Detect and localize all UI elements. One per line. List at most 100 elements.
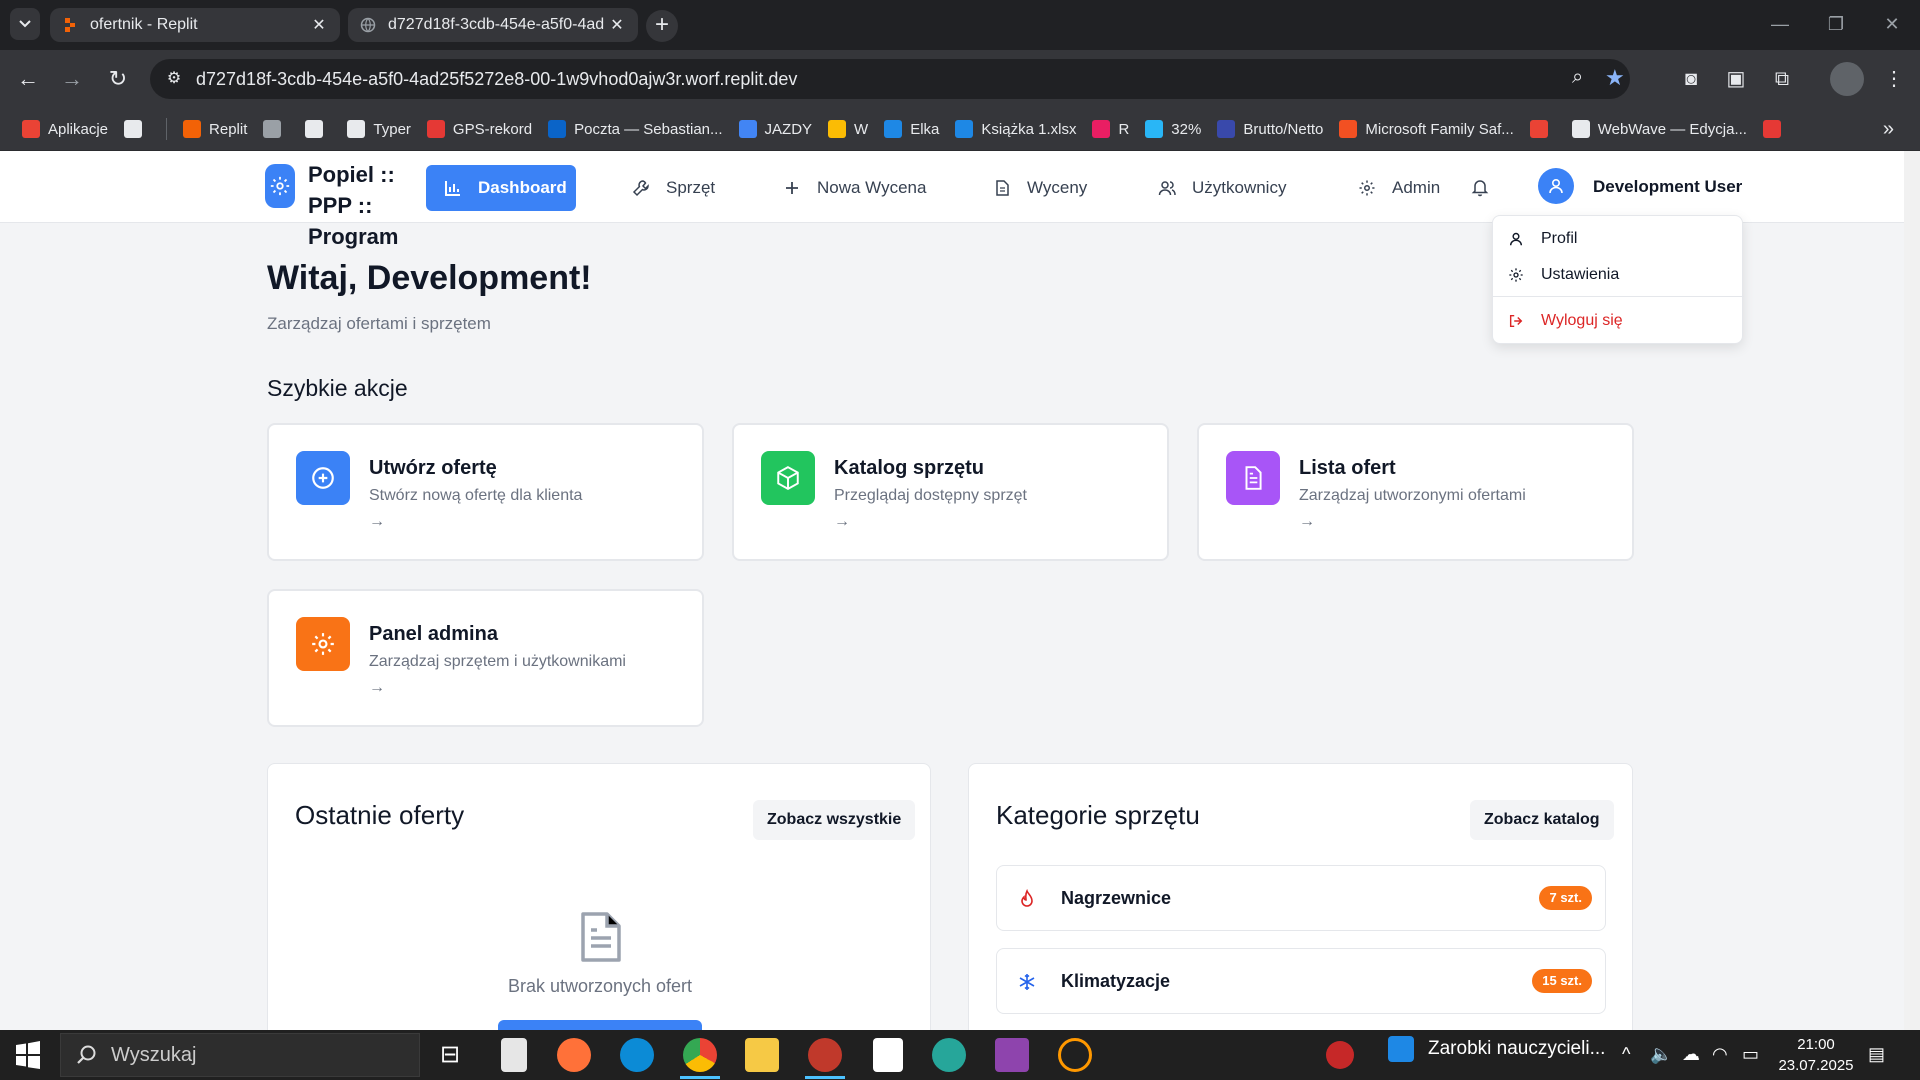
bookmark-item[interactable]: Replit — [183, 120, 247, 138]
tray-app-icon[interactable] — [1326, 1041, 1354, 1069]
user-avatar[interactable] — [1538, 168, 1574, 204]
restore-icon[interactable]: ❐ — [1808, 0, 1864, 50]
menu-item-profil[interactable]: Profil — [1493, 222, 1744, 256]
extensions-icon[interactable]: ⧉ — [1768, 65, 1796, 93]
new-tab-button[interactable]: + — [646, 10, 678, 42]
notepad-icon[interactable] — [501, 1038, 527, 1072]
more-bookmarks-icon[interactable]: » — [1883, 118, 1894, 141]
browser-tab-2[interactable]: d727d18f-3cdb-454e-a5f0-4ad ✕ — [348, 8, 638, 42]
menu-item-ustawienia[interactable]: Ustawienia — [1493, 258, 1744, 292]
user-menu-trigger[interactable]: Development User — [1593, 177, 1742, 197]
quick-action-admin-panel[interactable]: Panel admina Zarządzaj sprzętem i użytko… — [267, 589, 704, 727]
nav-wyceny[interactable]: Wyceny — [975, 165, 1105, 211]
nav-label: Dashboard — [478, 178, 567, 197]
quick-action-create-offer[interactable]: Utwórz ofertę Stwórz nową ofertę dla kli… — [267, 423, 704, 561]
epic-games-icon[interactable] — [873, 1038, 903, 1072]
file-icon — [993, 179, 1011, 197]
firefox-icon[interactable] — [557, 1038, 591, 1072]
app-icon[interactable] — [932, 1038, 966, 1072]
bell-icon[interactable] — [1470, 177, 1490, 197]
nav-nowa-wycena[interactable]: Nowa Wycena — [765, 165, 944, 211]
onedrive-icon[interactable]: ☁ — [1682, 1044, 1700, 1065]
create-offer-button[interactable] — [498, 1020, 702, 1030]
quick-actions-title: Szybkie akcje — [267, 375, 408, 401]
bookmark-item[interactable] — [124, 120, 150, 138]
logo-gear-icon[interactable] — [265, 164, 295, 208]
page-scrollbar[interactable] — [1904, 151, 1920, 1030]
close-window-icon[interactable]: ✕ — [1864, 0, 1920, 50]
bookmark-item[interactable]: JAZDY — [738, 120, 812, 138]
profile-avatar[interactable] — [1830, 62, 1864, 96]
globe-icon — [360, 17, 376, 33]
menu-kebab-icon[interactable]: ⋮ — [1880, 65, 1908, 93]
bookmark-item[interactable]: W — [828, 120, 868, 138]
nav-uzytkownicy[interactable]: Użytkownicy — [1140, 165, 1304, 211]
menu-divider — [1493, 296, 1744, 297]
bookmark-item[interactable]: GPS-rekord — [426, 120, 532, 138]
bookmark-item[interactable]: Microsoft Family Saf... — [1339, 120, 1514, 138]
bookmark-label: W — [854, 120, 869, 138]
card-description: Stwórz nową ofertę dla klienta — [369, 487, 583, 504]
view-catalog-button[interactable]: Zobacz katalog — [1470, 800, 1614, 840]
chrome-icon[interactable] — [683, 1038, 717, 1072]
bookmark-star-icon[interactable]: ★ — [1605, 65, 1625, 91]
reload-icon[interactable]: ↻ — [102, 63, 134, 95]
volume-icon[interactable]: 🔈 — [1650, 1044, 1672, 1065]
empty-state-text: Brak utworzonych ofert — [507, 976, 693, 996]
bookmark-item[interactable]: R — [1092, 120, 1129, 138]
bookmark-item[interactable] — [263, 120, 289, 138]
app-icon[interactable] — [808, 1038, 842, 1072]
task-view-icon[interactable]: ⊟ — [433, 1038, 467, 1072]
tab-groups-icon[interactable]: ▣ — [1722, 65, 1750, 93]
nav-sprzet[interactable]: Sprzęt — [614, 165, 733, 211]
nav-dashboard[interactable]: Dashboard — [426, 165, 576, 211]
card-title: Utwórz ofertę — [369, 457, 497, 479]
bookmark-item[interactable]: Typer — [347, 120, 411, 138]
quick-action-offer-list[interactable]: Lista ofert Zarządzaj utworzonymi oferta… — [1197, 423, 1634, 561]
category-item-nagrzewnice[interactable]: Nagrzewnice 7 szt. — [996, 865, 1606, 931]
bookmark-item[interactable]: Poczta — Sebastian... — [548, 120, 723, 138]
address-bar[interactable]: ⚙ d727d18f-3cdb-454e-a5f0-4ad25f5272e8-0… — [150, 59, 1630, 99]
quick-action-catalog[interactable]: Katalog sprzętu Przeglądaj dostępny sprz… — [732, 423, 1169, 561]
view-all-offers-button[interactable]: Zobacz wszystkie — [753, 800, 916, 840]
bookmark-item[interactable]: Elka — [884, 120, 939, 138]
zoom-icon[interactable]: ⌕ — [1572, 66, 1583, 89]
nav-admin[interactable]: Admin — [1340, 165, 1458, 211]
screenshot-icon[interactable]: ◙ — [1677, 65, 1705, 93]
bookmark-item[interactable]: Aplikacje — [22, 120, 108, 138]
bookmark-item[interactable]: Książka 1.xlsx — [955, 120, 1076, 138]
forward-icon[interactable]: → — [56, 63, 88, 95]
bookmark-item[interactable]: Brutto/Netto — [1217, 120, 1323, 138]
battery-icon[interactable]: ▭ — [1742, 1044, 1759, 1065]
chevron-up-icon[interactable]: ^ — [1622, 1044, 1630, 1065]
edge-icon[interactable] — [620, 1038, 654, 1072]
bookmark-label: Aplikacje — [48, 120, 109, 138]
taskbar-clock[interactable]: 21:00 23.07.2025 — [1776, 1034, 1856, 1076]
onedrive-icon — [884, 120, 903, 138]
browser-tab-1[interactable]: ofertnik - Replit ✕ — [50, 8, 340, 42]
bookmark-item[interactable] — [1529, 120, 1556, 138]
welcome-title: Witaj, Development! — [267, 259, 592, 297]
bookmark-item[interactable]: WebWave — Edycja... — [1571, 120, 1747, 138]
bookmark-item[interactable] — [305, 120, 331, 138]
clapperboard-icon[interactable] — [995, 1038, 1029, 1072]
tab-search-button[interactable] — [10, 8, 40, 40]
close-tab-icon[interactable]: ✕ — [608, 15, 626, 35]
snowflake-icon — [1015, 970, 1039, 994]
windows-start-icon[interactable] — [14, 1041, 42, 1069]
power-app-icon[interactable] — [1058, 1038, 1092, 1072]
wifi-icon[interactable]: ◠ — [1712, 1044, 1728, 1065]
category-item-klimatyzacje[interactable]: Klimatyzacje 15 szt. — [996, 948, 1606, 1014]
site-info-icon[interactable]: ⚙ — [162, 67, 186, 91]
bookmark-item[interactable]: 32% — [1145, 120, 1201, 138]
minimize-icon[interactable]: — — [1752, 0, 1808, 50]
close-tab-icon[interactable]: ✕ — [310, 15, 328, 35]
file-explorer-icon[interactable] — [745, 1038, 779, 1072]
news-widget[interactable]: Zarobki nauczycieli... — [1388, 1036, 1605, 1062]
menu-item-logout[interactable]: Wyloguj się — [1493, 304, 1744, 338]
bookmark-item[interactable] — [1762, 120, 1789, 138]
notifications-icon[interactable]: ▤ — [1868, 1044, 1885, 1065]
back-icon[interactable]: ← — [12, 63, 44, 95]
app-logo-text[interactable]: Popiel :: PPP :: Program — [308, 159, 418, 252]
taskbar-search-box[interactable]: Wyszukaj — [60, 1033, 420, 1077]
